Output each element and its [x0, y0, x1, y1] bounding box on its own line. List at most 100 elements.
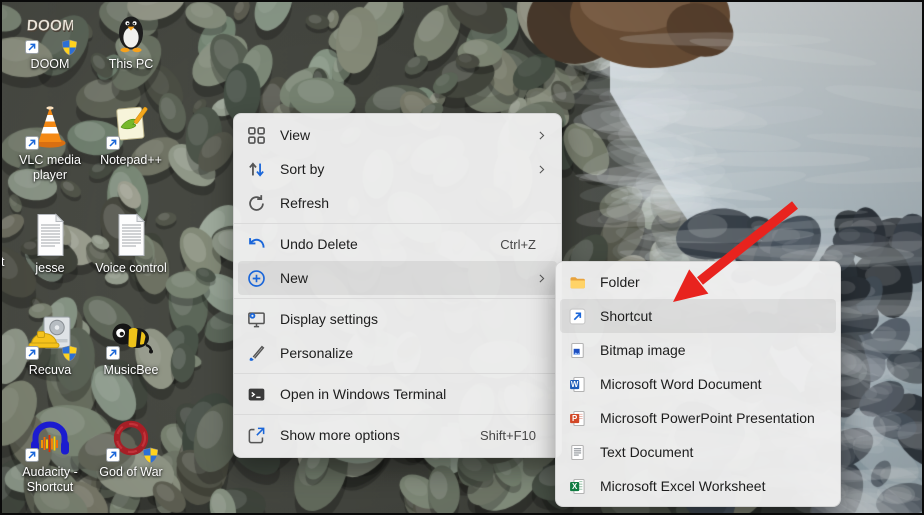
desktop-icon-musicbee[interactable]: MusicBee [88, 314, 174, 378]
menu-item-label: Open in Windows Terminal [280, 386, 446, 402]
desktop-screen: DOOMDOOMDOOMThis PCVLC media playerNotep… [0, 0, 924, 515]
word-icon: W [569, 376, 586, 393]
menu-item-label: Microsoft Excel Worksheet [600, 478, 765, 494]
menu-item-label: Undo Delete [280, 236, 358, 252]
menu-item-sort-by[interactable]: Sort by [238, 152, 557, 186]
menu-item-text-document[interactable]: Text Document [560, 435, 836, 469]
shortcut-icon [569, 308, 586, 325]
menu-separator [234, 298, 561, 299]
menu-item-label: New [280, 270, 308, 286]
shortcut-arrow-badge [106, 448, 120, 462]
text-file-icon [27, 212, 73, 258]
display-settings-icon [247, 310, 266, 329]
personalize-icon [247, 344, 266, 363]
menu-item-view[interactable]: View [238, 118, 557, 152]
desktop-icon-doom[interactable]: DOOMDOOMDOOM [7, 8, 93, 72]
penguin-icon [108, 8, 154, 54]
desktop-icon-notepad[interactable]: Notepad++ [88, 104, 174, 168]
svg-text:X: X [572, 482, 578, 491]
text-file-icon [108, 212, 154, 258]
menu-item-shortcut[interactable]: Shortcut [560, 299, 836, 333]
menu-item-personalize[interactable]: Personalize [238, 336, 557, 370]
menu-item-label: Text Document [600, 444, 693, 460]
powerpoint-icon: P [569, 410, 586, 427]
shortcut-arrow-badge [106, 136, 120, 150]
show-more-icon [247, 426, 266, 445]
uac-shield-badge [61, 345, 78, 362]
undo-icon [247, 235, 266, 254]
desktop-icon-label: Notepad++ [88, 153, 174, 168]
text-document-icon [569, 444, 586, 461]
menu-item-refresh[interactable]: Refresh [238, 186, 557, 220]
menu-item-label: Personalize [280, 345, 353, 361]
desktop-context-menu: View Sort by Refresh Undo DeleteCtrl+Z New Di… [233, 113, 562, 458]
shortcut-arrow-badge [25, 40, 39, 54]
desktop-icon-god-of-war[interactable]: God of War [88, 416, 174, 480]
desktop-icon-vlc-media-player[interactable]: VLC media player [7, 104, 93, 183]
svg-text:DOOM: DOOM [27, 18, 73, 35]
menu-item-label: Display settings [280, 311, 378, 327]
notepadpp-icon [108, 104, 154, 150]
menu-item-open-in-windows-terminal[interactable]: Open in Windows Terminal [238, 377, 557, 411]
sort-icon [247, 160, 266, 179]
desktop-icon-label: God of War [88, 465, 174, 480]
menu-item-label: Bitmap image [600, 342, 686, 358]
recuva-icon [27, 314, 73, 360]
menu-item-display-settings[interactable]: Display settings [238, 302, 557, 336]
menu-item-show-more-options[interactable]: Show more options Shift+F10 [238, 418, 557, 452]
desktop-icon-voice-control[interactable]: Voice control [88, 212, 174, 276]
desktop-icon-label: Audacity - Shortcut [7, 465, 93, 495]
chevron-right-icon [535, 129, 548, 142]
menu-item-label: View [280, 127, 310, 143]
menu-item-new[interactable]: New [238, 261, 557, 295]
chevron-right-icon [535, 272, 548, 285]
new-icon [247, 269, 266, 288]
audacity-icon [27, 416, 73, 462]
menu-separator [234, 373, 561, 374]
desktop-icon-recuva[interactable]: Recuva [7, 314, 93, 378]
folder-icon [569, 274, 586, 291]
menu-item-label: Show more options [280, 427, 400, 443]
menu-item-bitmap-image[interactable]: Bitmap image [560, 333, 836, 367]
desktop-icon-label: VLC media player [7, 153, 93, 183]
menu-separator [234, 223, 561, 224]
desktop-icon-label: Recuva [7, 363, 93, 378]
desktop-icon-label: Voice control [88, 261, 174, 276]
bitmap-image-icon [569, 342, 586, 359]
shortcut-arrow-badge [25, 346, 39, 360]
menu-item-undo-delete[interactable]: Undo DeleteCtrl+Z [238, 227, 557, 261]
view-icon [247, 126, 266, 145]
menu-item-microsoft-powerpoint-presentation[interactable]: P Microsoft PowerPoint Presentation [560, 401, 836, 435]
terminal-icon [247, 385, 266, 404]
desktop-icon-jesse[interactable]: jesse [7, 212, 93, 276]
menu-item-label: Shortcut [600, 308, 652, 324]
musicbee-icon [108, 314, 154, 360]
desktop-icon-label: jesse [7, 261, 93, 276]
menu-item-label: Microsoft PowerPoint Presentation [600, 410, 815, 426]
menu-item-microsoft-excel-worksheet[interactable]: X Microsoft Excel Worksheet [560, 469, 836, 503]
menu-item-microsoft-word-document[interactable]: W Microsoft Word Document [560, 367, 836, 401]
chevron-right-icon [535, 163, 548, 176]
svg-text:W: W [571, 380, 579, 389]
menu-item-label: Microsoft Word Document [600, 376, 762, 392]
shortcut-arrow-badge [25, 448, 39, 462]
menu-item-label: Refresh [280, 195, 329, 211]
vlc-cone-icon [27, 104, 73, 150]
god-of-war-icon [108, 416, 154, 462]
menu-item-folder[interactable]: Folder [560, 265, 836, 299]
desktop-icon-audacity-shortcut[interactable]: Audacity - Shortcut [7, 416, 93, 495]
menu-separator [234, 414, 561, 415]
new-submenu: Folder Shortcut Bitmap image W Microsoft Wor… [555, 261, 841, 507]
uac-shield-badge [142, 447, 159, 464]
menu-shortcut-key: Shift+F10 [480, 428, 548, 443]
cutoff-desktop-icon-label[interactable]: t [1, 255, 4, 269]
svg-text:P: P [572, 414, 577, 423]
desktop-icon-label: This PC [88, 57, 174, 72]
menu-item-label: Folder [600, 274, 640, 290]
desktop-icon-label: MusicBee [88, 363, 174, 378]
doom-icon: DOOMDOOM [27, 8, 73, 54]
refresh-icon [247, 194, 266, 213]
shortcut-arrow-badge [25, 136, 39, 150]
desktop-icon-this-pc[interactable]: This PC [88, 8, 174, 72]
shortcut-arrow-badge [106, 346, 120, 360]
